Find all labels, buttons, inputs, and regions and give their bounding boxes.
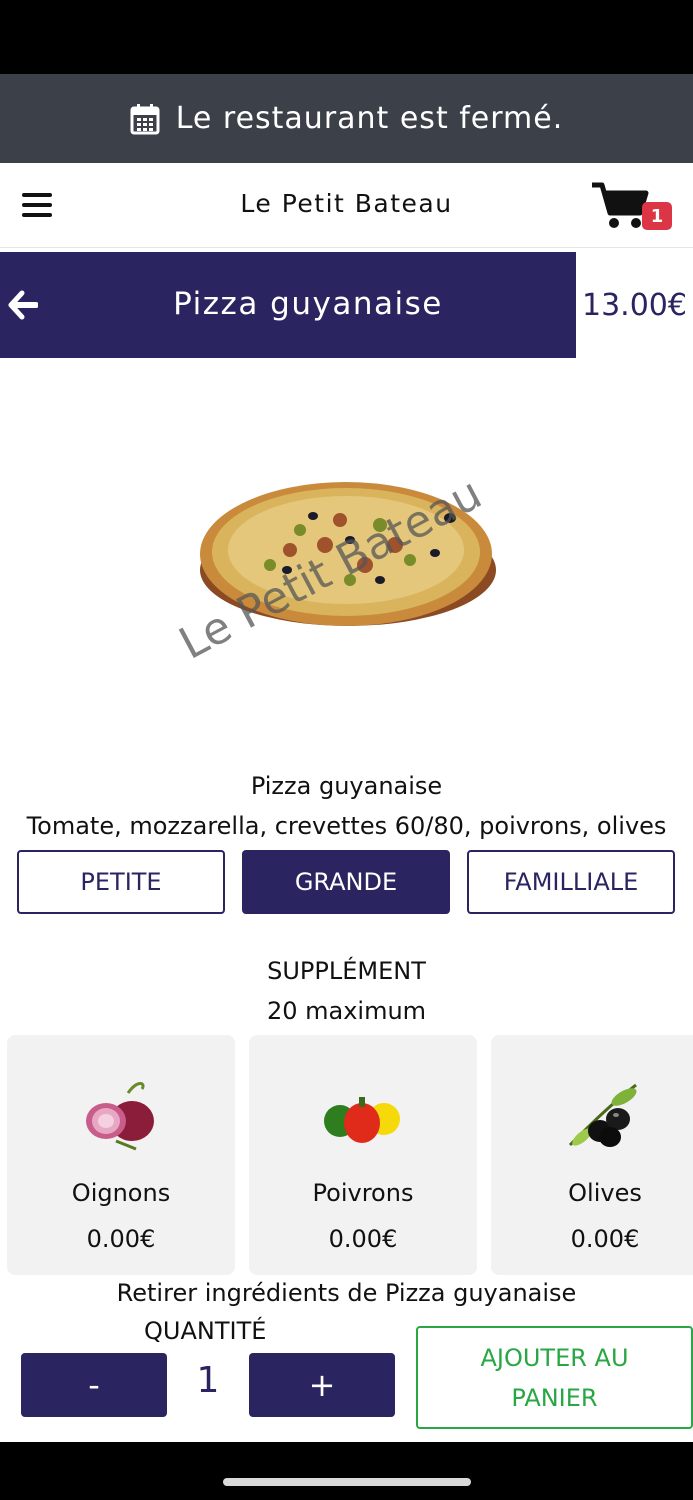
onion-icon bbox=[86, 1082, 154, 1151]
calendar-icon bbox=[130, 103, 160, 134]
size-petite-button[interactable]: PETITE bbox=[17, 850, 225, 914]
supplement-name: Poivrons bbox=[312, 1179, 414, 1207]
cart-count-badge: 1 bbox=[642, 202, 672, 230]
top-nav: Le Petit Bateau 1 bbox=[0, 163, 693, 248]
supplement-price: 0.00€ bbox=[328, 1225, 398, 1253]
add-to-cart-button[interactable]: AJOUTER AU PANIER bbox=[416, 1326, 693, 1429]
status-bar bbox=[0, 0, 693, 74]
olive-icon bbox=[568, 1083, 637, 1147]
remove-ingredients-link[interactable]: Retirer ingrédients de Pizza guyanaise bbox=[0, 1279, 693, 1307]
add-to-cart-line1: AJOUTER AU bbox=[480, 1343, 629, 1372]
product-header: Pizza guyanaise bbox=[0, 252, 576, 358]
product-title: Pizza guyanaise bbox=[173, 286, 443, 322]
supplement-max: 20 maximum bbox=[266, 997, 427, 1025]
size-grande-button[interactable]: GRANDE bbox=[242, 850, 450, 914]
home-indicator[interactable] bbox=[223, 1478, 471, 1486]
closed-banner-text: Le restaurant est fermé. bbox=[175, 101, 564, 136]
add-to-cart-line2: PANIER bbox=[511, 1383, 598, 1412]
quantity-label: QUANTITÉ bbox=[144, 1317, 267, 1345]
back-arrow-icon[interactable] bbox=[8, 290, 38, 320]
supplement-card-poivrons[interactable]: Poivrons 0.00€ bbox=[249, 1035, 477, 1275]
quantity-minus-button[interactable]: - bbox=[21, 1353, 167, 1417]
size-familiale-button[interactable]: FAMILLIALE bbox=[467, 850, 675, 914]
pepper-icon bbox=[324, 1097, 400, 1143]
supplement-title: SUPPLÉMENT bbox=[267, 957, 426, 985]
product-name: Pizza guyanaise bbox=[250, 772, 443, 800]
supplement-name: Olives bbox=[568, 1179, 642, 1207]
cart-icon bbox=[592, 182, 649, 228]
quantity-value: 1 bbox=[196, 1360, 220, 1401]
supplement-card-olives[interactable]: Olives 0.00€ bbox=[491, 1035, 693, 1275]
supplement-name: Oignons bbox=[71, 1179, 171, 1207]
supplement-price: 0.00€ bbox=[86, 1225, 156, 1253]
supplement-card-oignons[interactable]: Oignons 0.00€ bbox=[7, 1035, 235, 1275]
quantity-plus-button[interactable]: + bbox=[249, 1353, 395, 1417]
supplement-price: 0.00€ bbox=[570, 1225, 640, 1253]
product-description: Tomate, mozzarella, crevettes 60/80, poi… bbox=[26, 812, 667, 840]
cart-button[interactable]: 1 bbox=[590, 181, 674, 233]
closed-banner: Le restaurant est fermé. bbox=[0, 74, 693, 163]
product-price: 13.00€ bbox=[582, 287, 687, 323]
pizza-image: Le Petit Bateau bbox=[171, 468, 496, 670]
